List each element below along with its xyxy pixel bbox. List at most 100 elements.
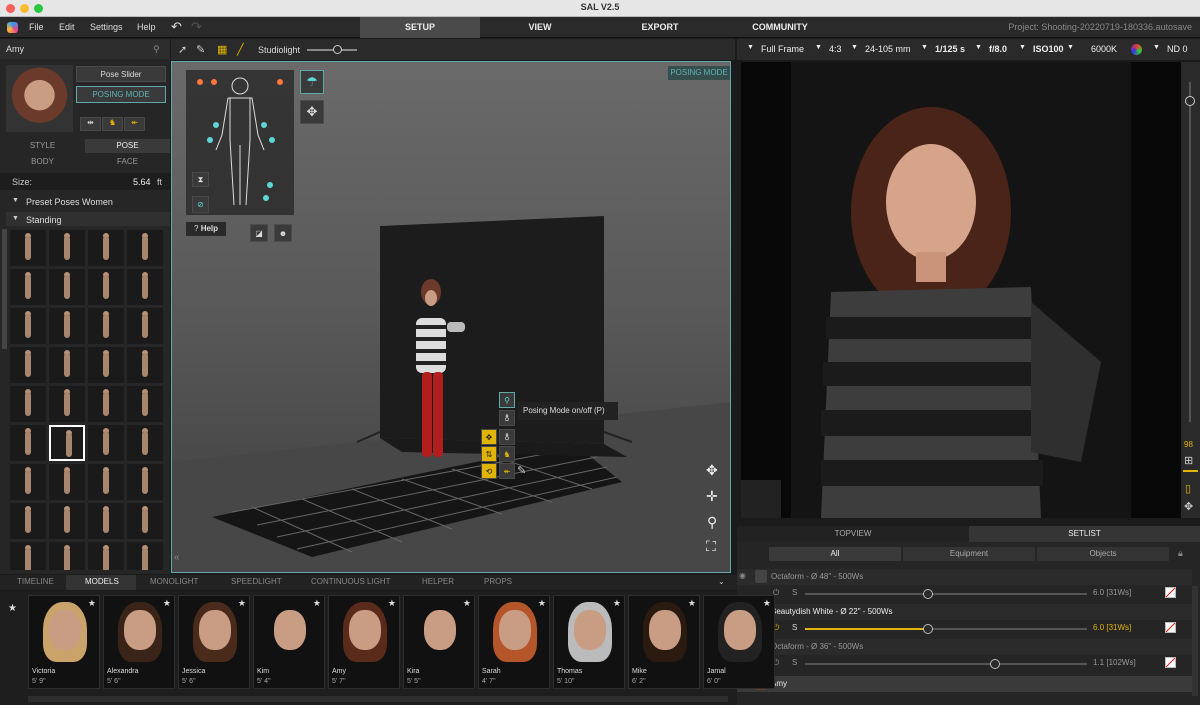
dropdown-icon[interactable]: ▼ [815,44,822,51]
pose-thumbnail[interactable] [127,425,163,461]
pose-thumbnail[interactable] [10,308,46,344]
pose-thumbnail[interactable] [88,386,124,422]
reset-handle-icon[interactable]: ↞ [499,463,515,479]
tab-helper[interactable]: HELPER [422,577,454,586]
pose-thumbnail[interactable] [10,542,46,570]
camera-link-icon[interactable]: ◪ [250,224,268,242]
size-value[interactable]: 5.64 [133,177,151,187]
pose-thumbnail[interactable] [10,425,46,461]
collapse-down-icon[interactable]: ⌄ [718,577,725,586]
pose-thumbnail[interactable] [49,542,85,570]
pose-thumbnail[interactable] [49,386,85,422]
tab-body[interactable]: BODY [0,155,85,169]
pose-thumbnail[interactable] [127,464,163,500]
favorite-star-icon[interactable]: ★ [688,598,696,609]
setlist-row-amy[interactable]: ◉ Amy [737,676,1192,692]
pose-thumbnail[interactable] [10,503,46,539]
favorite-star-icon[interactable]: ★ [538,598,546,609]
tab-community[interactable]: COMMUNITY [720,17,840,38]
dropdown-icon[interactable]: ▼ [747,44,754,51]
favorite-star-icon[interactable]: ★ [163,598,171,609]
undo-icon[interactable]: ↶ [171,19,182,35]
pose-thumbnail[interactable] [127,503,163,539]
pose-thumbnail[interactable] [10,386,46,422]
standing-header[interactable]: Standing [26,215,62,225]
pose-thumbnail[interactable] [49,347,85,383]
pose-thumbnail[interactable] [127,386,163,422]
head-target-icon[interactable]: ☻ [274,224,292,242]
setlist-row[interactable]: ◉ Octaform - Ø 36" - 500Ws [737,639,1192,655]
tab-export[interactable]: EXPORT [600,17,720,38]
pose-thumbnail[interactable] [49,308,85,344]
studiolight-slider[interactable] [307,49,357,51]
redo-icon[interactable]: ↷ [191,19,202,35]
dropdown-icon[interactable]: ▼ [1067,44,1074,51]
model-card[interactable]: ★ Kira 5' 5" [403,595,475,689]
pose-thumbnail[interactable] [88,542,124,570]
model-card[interactable]: ★ Victoria 5' 9" [28,595,100,689]
pointer-icon[interactable]: ➚ [178,43,187,56]
move-handle-icon[interactable]: ✥ [481,429,497,445]
tab-face[interactable]: FACE [85,155,170,169]
pose-handle-icon[interactable]: ♞ [499,446,515,462]
preset-poses-header[interactable]: Preset Poses Women [26,197,113,207]
dropdown-icon[interactable]: ▼ [975,44,982,51]
power-slider[interactable] [805,663,1087,665]
collapse-arrow-icon[interactable]: ▼ [12,215,19,222]
pose-thumbnail[interactable] [88,230,124,266]
menu-settings[interactable]: Settings [90,22,123,32]
portrait-frame-icon[interactable]: ▯ [1185,482,1191,495]
mirror-pose-icon[interactable]: ⇹ [80,117,101,131]
wb-select[interactable]: 6000K [1091,44,1117,54]
power-slider-thumb[interactable] [923,624,933,634]
collapse-left-icon[interactable]: « [174,552,180,563]
pose-list-scrollbar[interactable] [2,229,7,349]
grid-icon[interactable]: ▦ [217,43,227,56]
nd-select[interactable]: ND 0 [1167,44,1188,54]
pose-thumbnail[interactable] [49,425,85,461]
favorite-star-icon[interactable]: ★ [613,598,621,609]
pose-thumbnail[interactable] [127,308,163,344]
tab-topview[interactable]: TOPVIEW [737,526,969,542]
pose-thumbnail[interactable] [127,269,163,305]
frame-icon[interactable]: ⛶ [706,538,716,555]
pose-thumbnail[interactable] [49,230,85,266]
model-card[interactable]: ★ Amy 5' 7" [328,595,400,689]
mirror-icon[interactable]: ⧗ [192,172,209,187]
pose-thumbnail[interactable] [88,269,124,305]
model-card[interactable]: ★ Mike 6' 2" [628,595,700,689]
dropdown-icon[interactable]: ▼ [851,44,858,51]
body-outline-icon[interactable] [186,70,294,215]
setlist-scrollbar[interactable] [1192,586,1198,696]
pose-thumbnail[interactable] [88,503,124,539]
favorite-star-icon[interactable]: ★ [463,598,471,609]
power-slider[interactable] [805,593,1087,595]
setlist-row[interactable]: ◉ Beautydish White - Ø 22" - 500Ws [737,604,1192,620]
menu-edit[interactable]: Edit [59,22,75,32]
color-none-icon[interactable] [1165,657,1176,668]
pose-thumbnail[interactable] [127,230,163,266]
ratio-select[interactable]: 4:3 [829,44,842,54]
posing-tool-icon[interactable]: ⊘ [192,196,209,213]
pin-icon[interactable]: ⚲ [153,44,160,55]
tab-pose[interactable]: POSE [85,139,170,153]
power-slider-thumb[interactable] [990,659,1000,669]
pose-reset-icon[interactable]: ↞ [124,117,145,131]
dropdown-icon[interactable]: ▼ [1019,44,1026,51]
line-icon[interactable]: ╱ [237,43,244,56]
dropdown-icon[interactable]: ▼ [921,44,928,51]
exposure-slider-thumb[interactable] [1185,96,1195,106]
help-button[interactable]: ? Help [186,222,226,236]
tab-models[interactable]: MODELS [85,577,119,586]
favorite-star-icon[interactable]: ★ [388,598,396,609]
favorite-star-icon[interactable]: ★ [238,598,246,609]
height-handle-icon[interactable]: ⇅ [481,446,497,462]
pose-thumbnail[interactable] [88,347,124,383]
posing-mode-toggle-icon[interactable]: ⚲ [499,392,515,408]
pose-thumbnail[interactable] [127,347,163,383]
pencil-icon[interactable]: ✎ [517,464,526,477]
tab-continuous-light[interactable]: CONTINUOUS LIGHT [311,577,391,586]
pose-thumbnail[interactable] [88,464,124,500]
pose-thumbnail[interactable] [10,464,46,500]
tab-speedlight[interactable]: SPEEDLIGHT [231,577,282,586]
